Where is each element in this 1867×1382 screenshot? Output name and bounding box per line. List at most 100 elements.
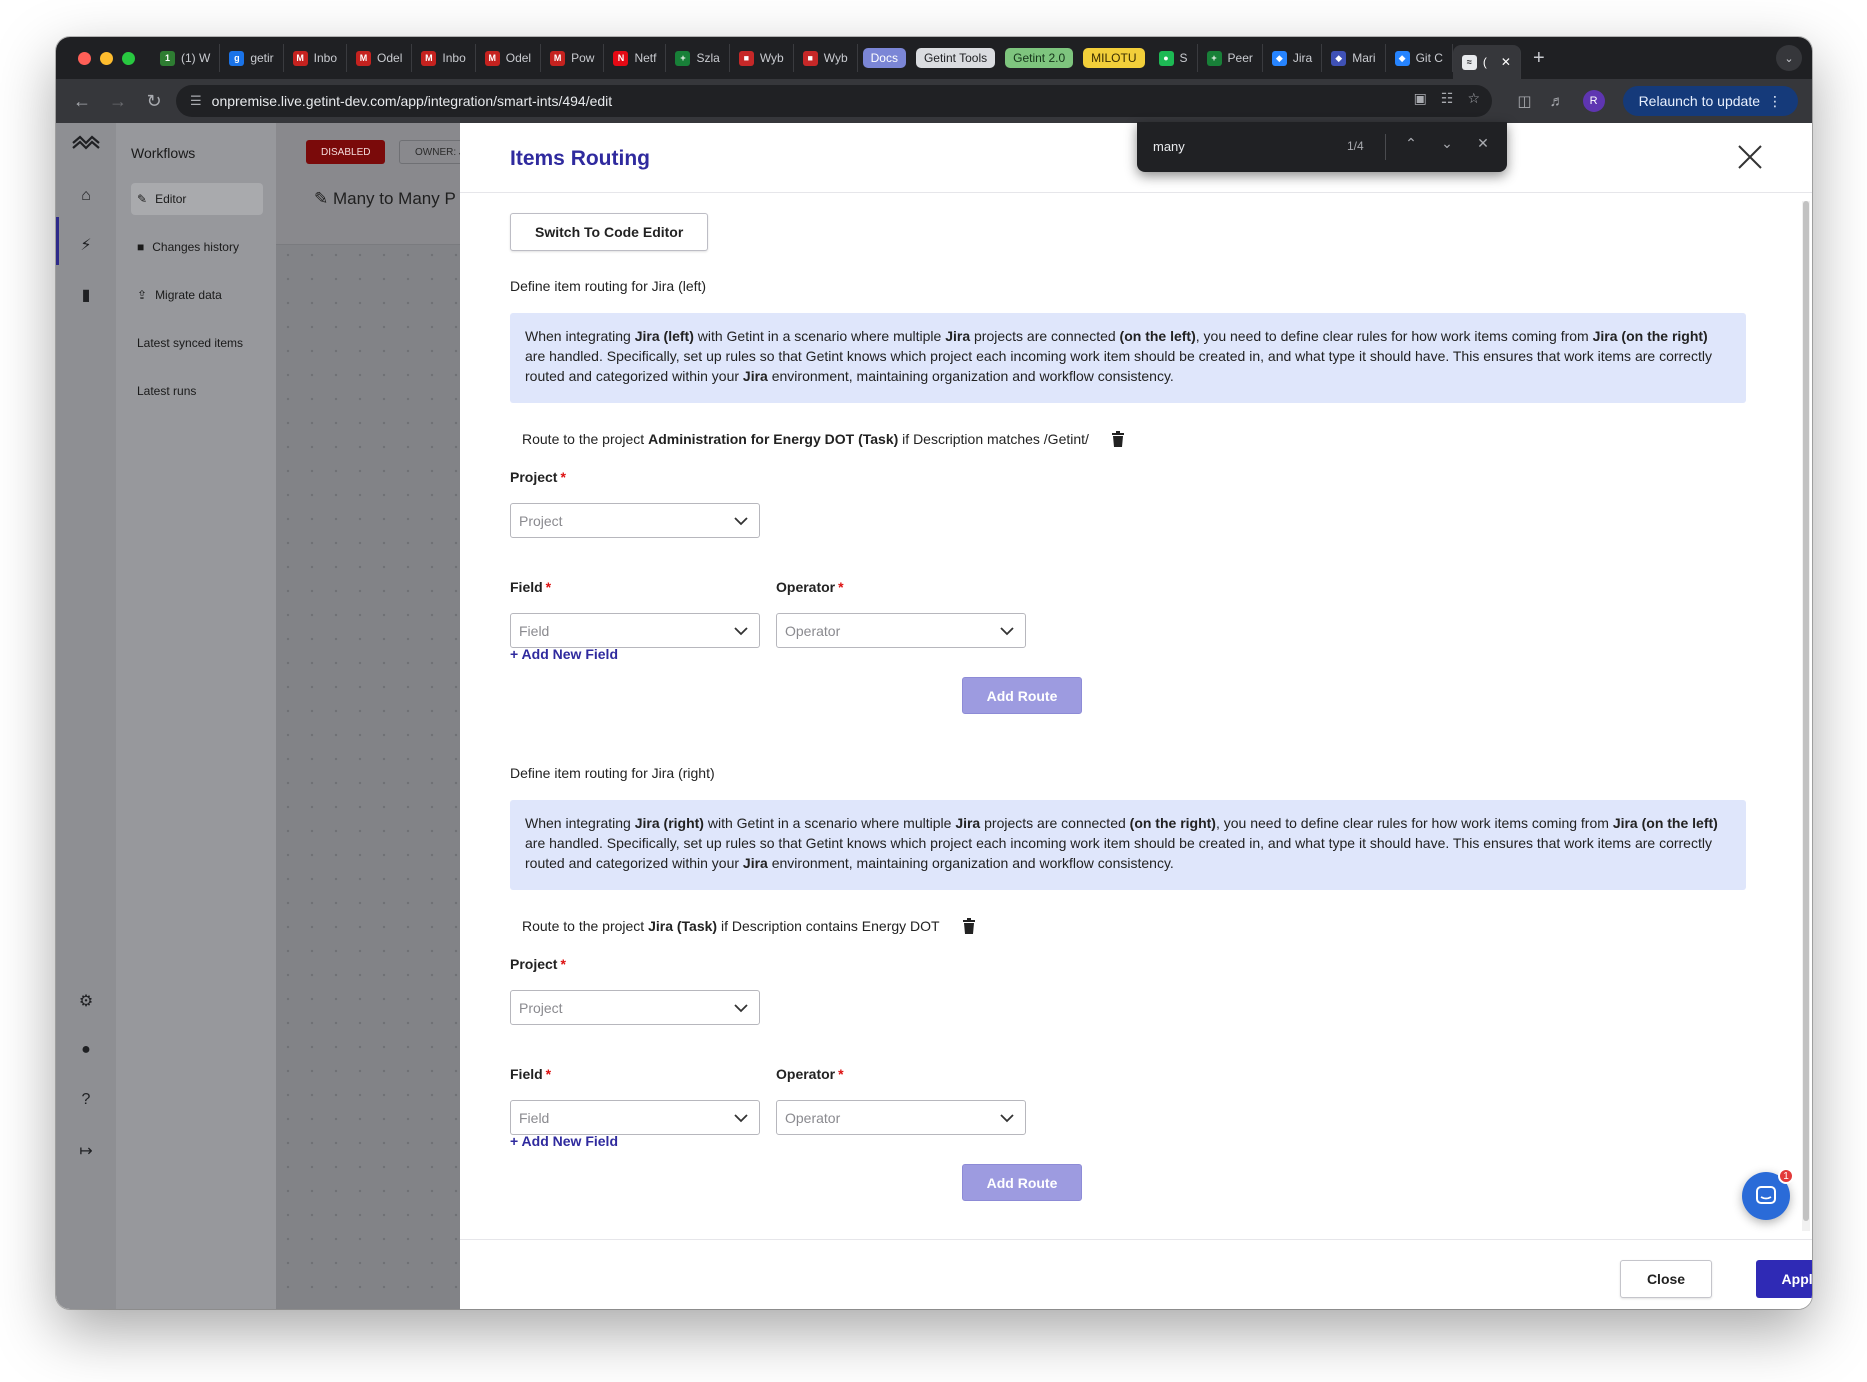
project-select-left[interactable]: Project [510,503,760,538]
apply-button[interactable]: Apply [1756,1260,1812,1298]
chevron-down-icon [734,1004,748,1013]
minimize-window-button[interactable] [100,51,113,65]
add-route-button-right[interactable]: Add Route [962,1164,1082,1201]
field-select-left[interactable]: Field [510,613,760,648]
site-info-icon[interactable]: ☰ [190,93,202,109]
browser-tab[interactable]: ■ Wyb [794,44,858,72]
tab-favicon-icon: M [292,50,308,66]
chevron-up-icon[interactable]: ⌃ [1401,135,1421,152]
toolbar-right: ◫ ♬ R Relaunch to update ⋮ [1517,86,1798,116]
subnav-item-latest-runs[interactable]: Latest runs [131,375,263,407]
url-text[interactable]: onpremise.live.getint-dev.com/app/integr… [212,93,613,109]
browser-tab[interactable]: ◆ Jira [1263,44,1323,72]
browser-tab[interactable]: g getir [220,44,284,72]
info-text: When integrating [525,815,635,831]
browser-tab[interactable]: ◆ Git C [1386,44,1453,72]
browser-tab[interactable]: + Szla [666,44,730,72]
translate-icon[interactable]: ☷ [1441,90,1454,107]
browser-tab[interactable]: 1 (1) W [151,44,221,72]
add-new-field-link-right[interactable]: + Add New Field [510,1133,618,1149]
tab-favicon-icon: 1 [160,50,175,66]
subnav-item-latest-synced[interactable]: Latest synced items [131,327,263,359]
project-label-right: Project * [510,956,566,972]
omnibox-actions: ▣ ☷ ☆ [1414,90,1480,107]
info-text: environment, maintaining organization an… [767,855,1174,871]
extensions-icon[interactable]: ◫ [1517,92,1531,110]
browser-tab[interactable]: N Netf [604,44,667,72]
close-tab-icon[interactable]: ✕ [1501,55,1511,69]
project-select-right[interactable]: Project [510,990,760,1025]
media-controls-icon[interactable]: ♬ [1550,93,1565,110]
close-icon[interactable] [1736,143,1764,171]
browser-tab[interactable]: ■ Wyb [730,44,794,72]
browser-tab[interactable]: ● S [1150,44,1198,72]
lightning-icon[interactable]: ⚡ [56,235,116,255]
info-bold: Jira (on the left) [1612,815,1718,831]
zoom-window-button[interactable] [122,51,135,65]
tab-favicon-icon: g [229,50,245,66]
trash-icon[interactable] [1111,431,1125,447]
subnav-item-changes-history[interactable]: ■ Changes history [131,231,263,263]
chevron-down-icon [1000,627,1014,636]
switch-to-code-editor-button[interactable]: Switch To Code Editor [510,213,709,251]
browser-tab[interactable]: M Pow [541,44,605,72]
browser-tab[interactable]: M Inbo [284,44,348,72]
browser-tab[interactable]: ◆ Mari [1322,44,1386,72]
subnav-item-migrate-data[interactable]: ⇪ Migrate data [131,279,263,311]
close-window-button[interactable] [78,51,91,65]
tab-label: S [1179,51,1188,65]
address-bar[interactable]: ☰ onpremise.live.getint-dev.com/app/inte… [176,85,1492,117]
info-box-right: When integrating Jira (right) with Getin… [510,800,1746,890]
close-button[interactable]: Close [1620,1260,1712,1298]
chat-launcher[interactable]: 1 [1742,1168,1794,1220]
add-new-field-link-left[interactable]: + Add New Field [510,646,618,662]
workflow-name[interactable]: ✎ Many to Many P [314,189,456,209]
subnav-item-editor[interactable]: ✎ Editor [131,183,263,215]
browser-tab[interactable]: M Odel [476,44,542,72]
relaunch-label: Relaunch to update [1638,93,1760,109]
home-icon[interactable]: ⌂ [56,187,116,205]
bar-chart-icon[interactable]: ▮ [56,285,116,305]
trash-icon[interactable] [962,918,976,934]
browser-tab[interactable]: + Peer [1198,44,1263,72]
browser-tab[interactable]: M Inbo [412,44,476,72]
project-label-left: Project * [510,469,566,485]
bookmark-star-icon[interactable]: ☆ [1467,90,1480,107]
new-tab-icon[interactable]: + [1533,47,1545,70]
logout-icon[interactable]: ↦ [56,1141,116,1161]
browser-toolbar: ← → ↻ ☰ onpremise.live.getint-dev.com/ap… [56,79,1812,123]
modal-scrollbar[interactable] [1802,201,1810,1231]
back-icon[interactable]: ← [64,91,100,112]
bookmark-group-pill[interactable]: Docs [862,48,906,68]
add-route-button-left[interactable]: Add Route [962,677,1082,714]
help-icon[interactable]: ? [56,1091,116,1109]
chevron-down-icon[interactable]: ⌄ [1437,135,1457,152]
profile-avatar[interactable]: R [1582,90,1605,112]
relaunch-button[interactable]: Relaunch to update ⋮ [1622,86,1798,116]
bookmark-group-pill[interactable]: MILOTU [1083,48,1145,68]
tab-search-icon[interactable]: ⌄ [1776,45,1802,71]
browser-tab[interactable]: M Odel [347,44,413,72]
window-controls [78,51,135,65]
modal-title: Items Routing [510,147,650,170]
info-text: , you need to define clear rules for how… [1215,815,1613,831]
field-select-right[interactable]: Field [510,1100,760,1135]
user-icon[interactable]: ● [56,1041,116,1059]
reader-icon[interactable]: ▣ [1414,90,1427,107]
gear-icon[interactable]: ⚙ [56,991,116,1011]
workflow-canvas[interactable] [276,123,460,1309]
logo-icon[interactable] [56,133,116,158]
bookmark-group-pill[interactable]: Getint 2.0 [1005,48,1074,68]
owner-badge[interactable]: OWNER: J [399,140,469,164]
subnav-item-label: Changes history [152,240,239,254]
forward-icon[interactable]: → [100,91,136,112]
scrollbar-thumb[interactable] [1803,201,1809,1221]
operator-select-left[interactable]: Operator [776,613,1026,648]
bookmark-group-pill[interactable]: Getint Tools [915,48,996,68]
operator-select-right[interactable]: Operator [776,1100,1026,1135]
find-input[interactable]: many [1153,139,1185,154]
close-icon[interactable]: ✕ [1473,135,1493,152]
browser-tab-active[interactable]: ≈ (✕ [1452,45,1521,79]
reload-icon[interactable]: ↻ [136,91,172,112]
subnav-item-label: Latest synced items [137,336,244,350]
